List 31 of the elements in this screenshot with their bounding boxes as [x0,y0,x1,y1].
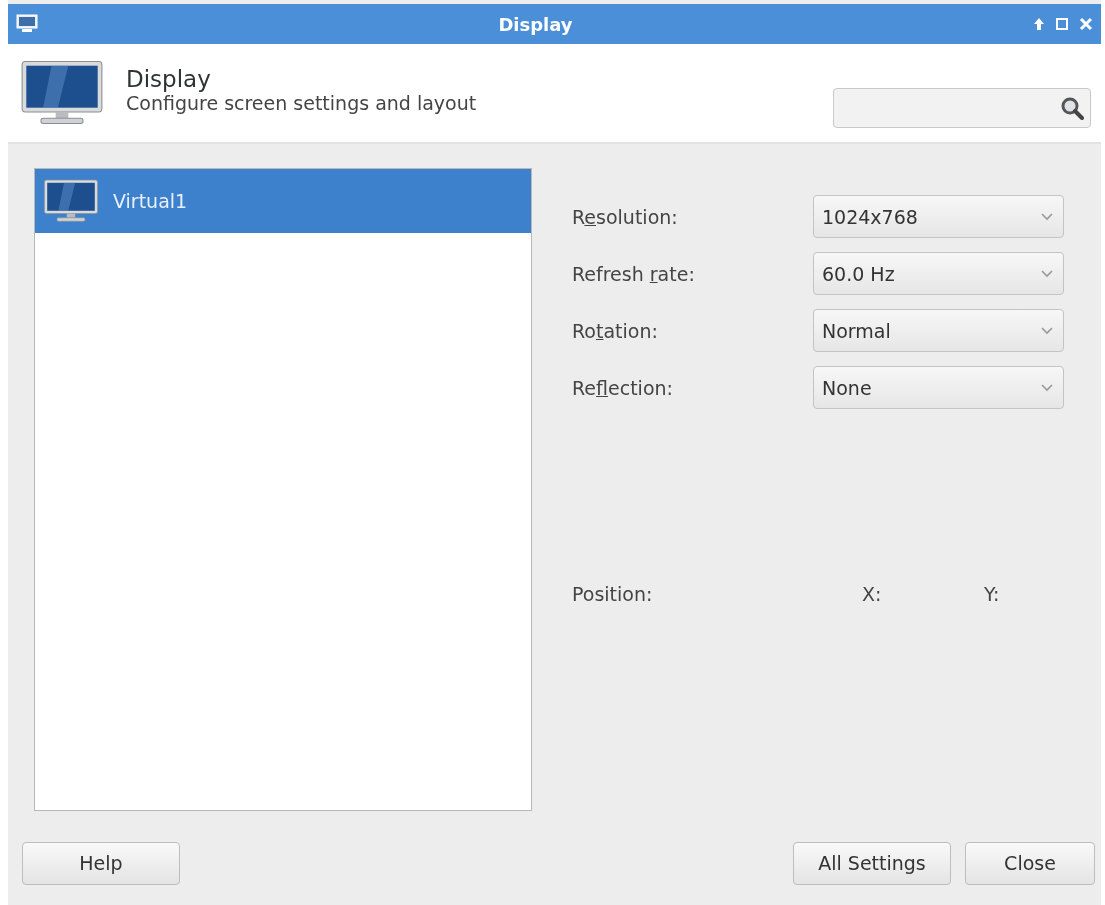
close-icon[interactable] [1079,17,1093,31]
dropdown[interactable]: 1024x768 [813,195,1064,238]
help-button[interactable]: Help [22,841,180,885]
chevron-down-icon [1041,326,1053,335]
maximize-icon[interactable] [1055,17,1069,31]
page-subtitle: Configure screen settings and layout [126,92,478,114]
monitor-icon [16,14,38,34]
dropdown[interactable]: None [813,366,1064,409]
dropdown[interactable]: 60.0 Hz [813,252,1064,295]
page-title: Display [126,66,212,92]
setting-label: Resolution: [572,205,678,228]
monitor-icon [43,178,99,224]
search-icon [1060,96,1084,120]
window-title: Display [497,13,574,35]
setting-label: Refresh rate: [572,262,695,285]
chevron-down-icon [1041,383,1053,392]
search-field[interactable] [833,88,1091,128]
monitor-list-item[interactable]: Virtual1 [35,169,531,233]
chevron-down-icon [1041,269,1053,278]
y-label: Y: [984,583,1000,605]
settings-button[interactable]: All Settings [793,841,951,885]
up-arrow-icon[interactable] [1033,17,1045,31]
chevron-down-icon [1041,212,1053,221]
x-label: X: [862,583,882,605]
position-label: Position: [572,583,653,605]
setting-label: Reflection: [572,376,673,399]
monitor-icon [20,59,104,127]
setting-label: Rotation: [572,319,658,342]
monitor-name: Virtual1 [113,190,188,212]
dropdown[interactable]: Normal [813,309,1064,352]
close-button[interactable]: Close [965,841,1095,885]
